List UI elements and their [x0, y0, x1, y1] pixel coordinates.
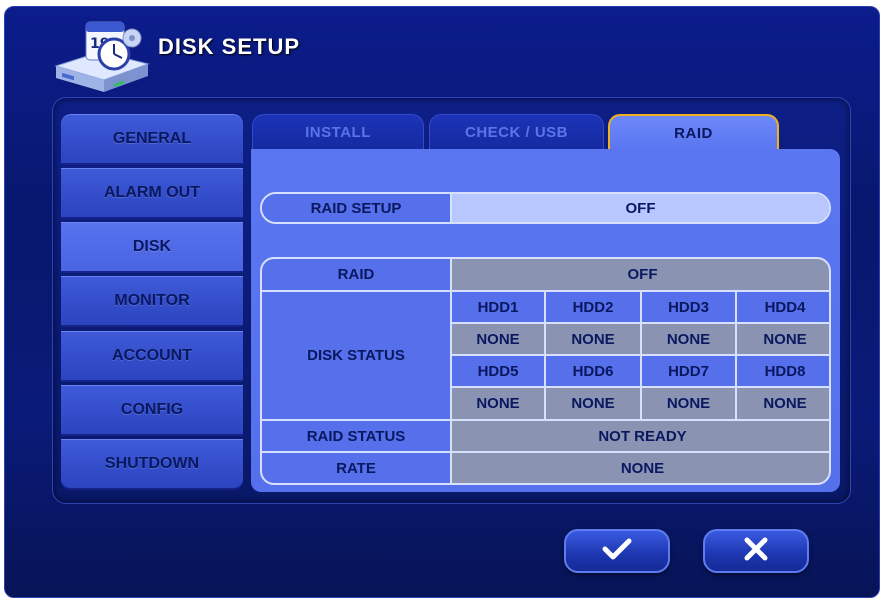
sidebar-item-label: MONITOR	[114, 292, 190, 309]
hdd-status: NONE	[642, 324, 735, 354]
checkmark-icon	[602, 537, 632, 566]
hdd-status: NONE	[546, 324, 640, 354]
raid-setup-select[interactable]: OFF	[452, 194, 829, 222]
tab-label: CHECK / USB	[464, 124, 568, 141]
window-title: DISK SETUP	[158, 34, 301, 59]
sidebar-item-label: ALARM OUT	[104, 184, 200, 201]
hdd-label: HDD4	[737, 292, 829, 322]
disk-status-label: DISK STATUS	[262, 292, 450, 419]
disk-clock-icon: 19	[52, 18, 152, 96]
hdd-status: NONE	[737, 388, 829, 419]
raid-setup-row: RAID SETUP OFF	[260, 192, 831, 224]
cancel-button[interactable]	[703, 529, 809, 573]
tab-label: INSTALL	[305, 124, 371, 141]
sidebar-item-shutdown[interactable]: SHUTDOWN	[61, 439, 243, 490]
raid-label: RAID	[262, 259, 450, 290]
hdd-status: NONE	[642, 388, 735, 419]
tab-install[interactable]: INSTALL	[252, 114, 424, 150]
raid-status-label: RAID STATUS	[262, 421, 450, 451]
sidebar-item-disk[interactable]: DISK	[61, 222, 243, 273]
raid-value: OFF	[452, 259, 829, 290]
hdd-label: HDD2	[546, 292, 640, 322]
hdd-label: HDD8	[737, 356, 829, 386]
x-icon	[743, 536, 769, 567]
sidebar-item-label: DISK	[132, 238, 172, 255]
hdd-label: HDD5	[452, 356, 544, 386]
sidebar-item-account[interactable]: ACCOUNT	[61, 331, 243, 382]
rate-value: NONE	[452, 453, 829, 483]
raid-setup-label: RAID SETUP	[262, 194, 452, 222]
sidebar-item-label: GENERAL	[112, 130, 192, 147]
hdd-label: HDD6	[546, 356, 640, 386]
hdd-label: HDD1	[452, 292, 544, 322]
sidebar-item-label: SHUTDOWN	[104, 455, 200, 472]
sidebar-item-alarm-out[interactable]: ALARM OUT	[61, 168, 243, 219]
hdd-label: HDD7	[642, 356, 735, 386]
hdd-status: NONE	[737, 324, 829, 354]
sidebar-item-config[interactable]: CONFIG	[61, 385, 243, 436]
hdd-status: NONE	[452, 324, 544, 354]
tab-label: RAID	[674, 124, 713, 142]
raid-status-value: NOT READY	[452, 421, 829, 451]
rate-label: RATE	[262, 453, 450, 483]
tab-raid[interactable]: RAID	[608, 114, 779, 150]
hdd-label: HDD3	[642, 292, 735, 322]
sidebar-item-label: ACCOUNT	[112, 347, 192, 364]
sidebar-item-general[interactable]: GENERAL	[61, 114, 243, 165]
hdd-status: NONE	[546, 388, 640, 419]
hdd-status: NONE	[452, 388, 544, 419]
confirm-button[interactable]	[564, 529, 670, 573]
sidebar-item-monitor[interactable]: MONITOR	[61, 276, 243, 327]
sidebar-item-label: CONFIG	[120, 401, 184, 418]
tab-check-usb[interactable]: CHECK / USB	[429, 114, 604, 150]
raid-status-table: RAID OFF DISK STATUS HDD1 HDD2 HDD3 HDD4…	[260, 257, 831, 485]
